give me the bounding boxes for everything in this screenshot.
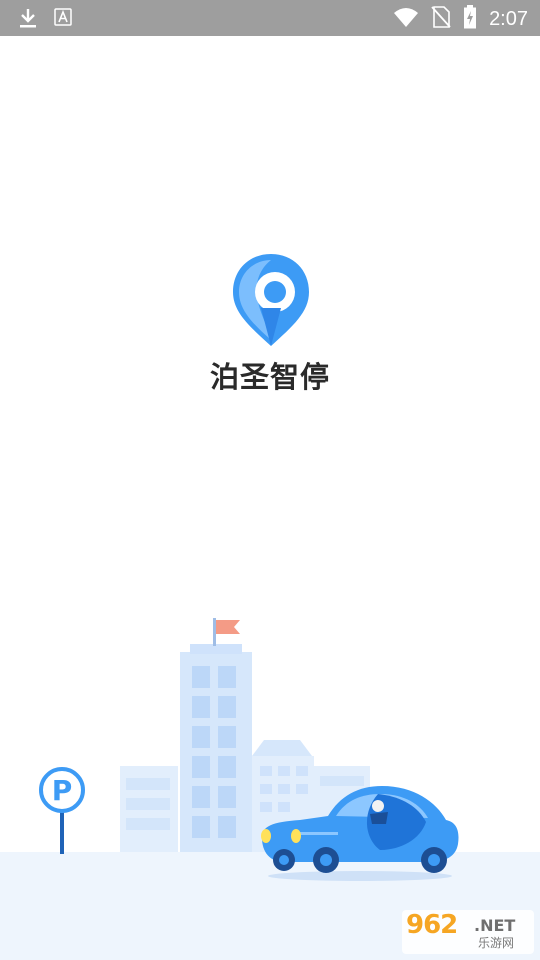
flag	[216, 620, 240, 634]
tall-building	[180, 618, 252, 852]
text-a-icon	[54, 8, 72, 32]
parking-sign-icon: P	[39, 767, 85, 854]
status-bar: 2:07	[0, 0, 540, 36]
watermark-number: 962	[406, 910, 458, 940]
clock-time: 2:07	[489, 8, 528, 30]
status-bar-left	[18, 7, 72, 33]
location-pin-logo-icon	[233, 254, 309, 346]
status-bar-right: 2:07	[393, 5, 528, 33]
building-left	[120, 766, 178, 852]
watermark: 962 .NET 乐游网	[402, 910, 534, 954]
app-logo	[231, 252, 311, 348]
watermark-domain: .NET	[474, 916, 516, 935]
download-icon	[18, 7, 38, 33]
wifi-icon	[393, 6, 419, 32]
watermark-name: 乐游网	[478, 936, 515, 950]
no-sim-icon	[431, 6, 451, 32]
parking-illustration: P	[39, 618, 459, 881]
svg-text:P: P	[52, 774, 73, 807]
app-name: 泊圣智停	[209, 360, 330, 394]
battery-charging-icon	[463, 5, 477, 33]
